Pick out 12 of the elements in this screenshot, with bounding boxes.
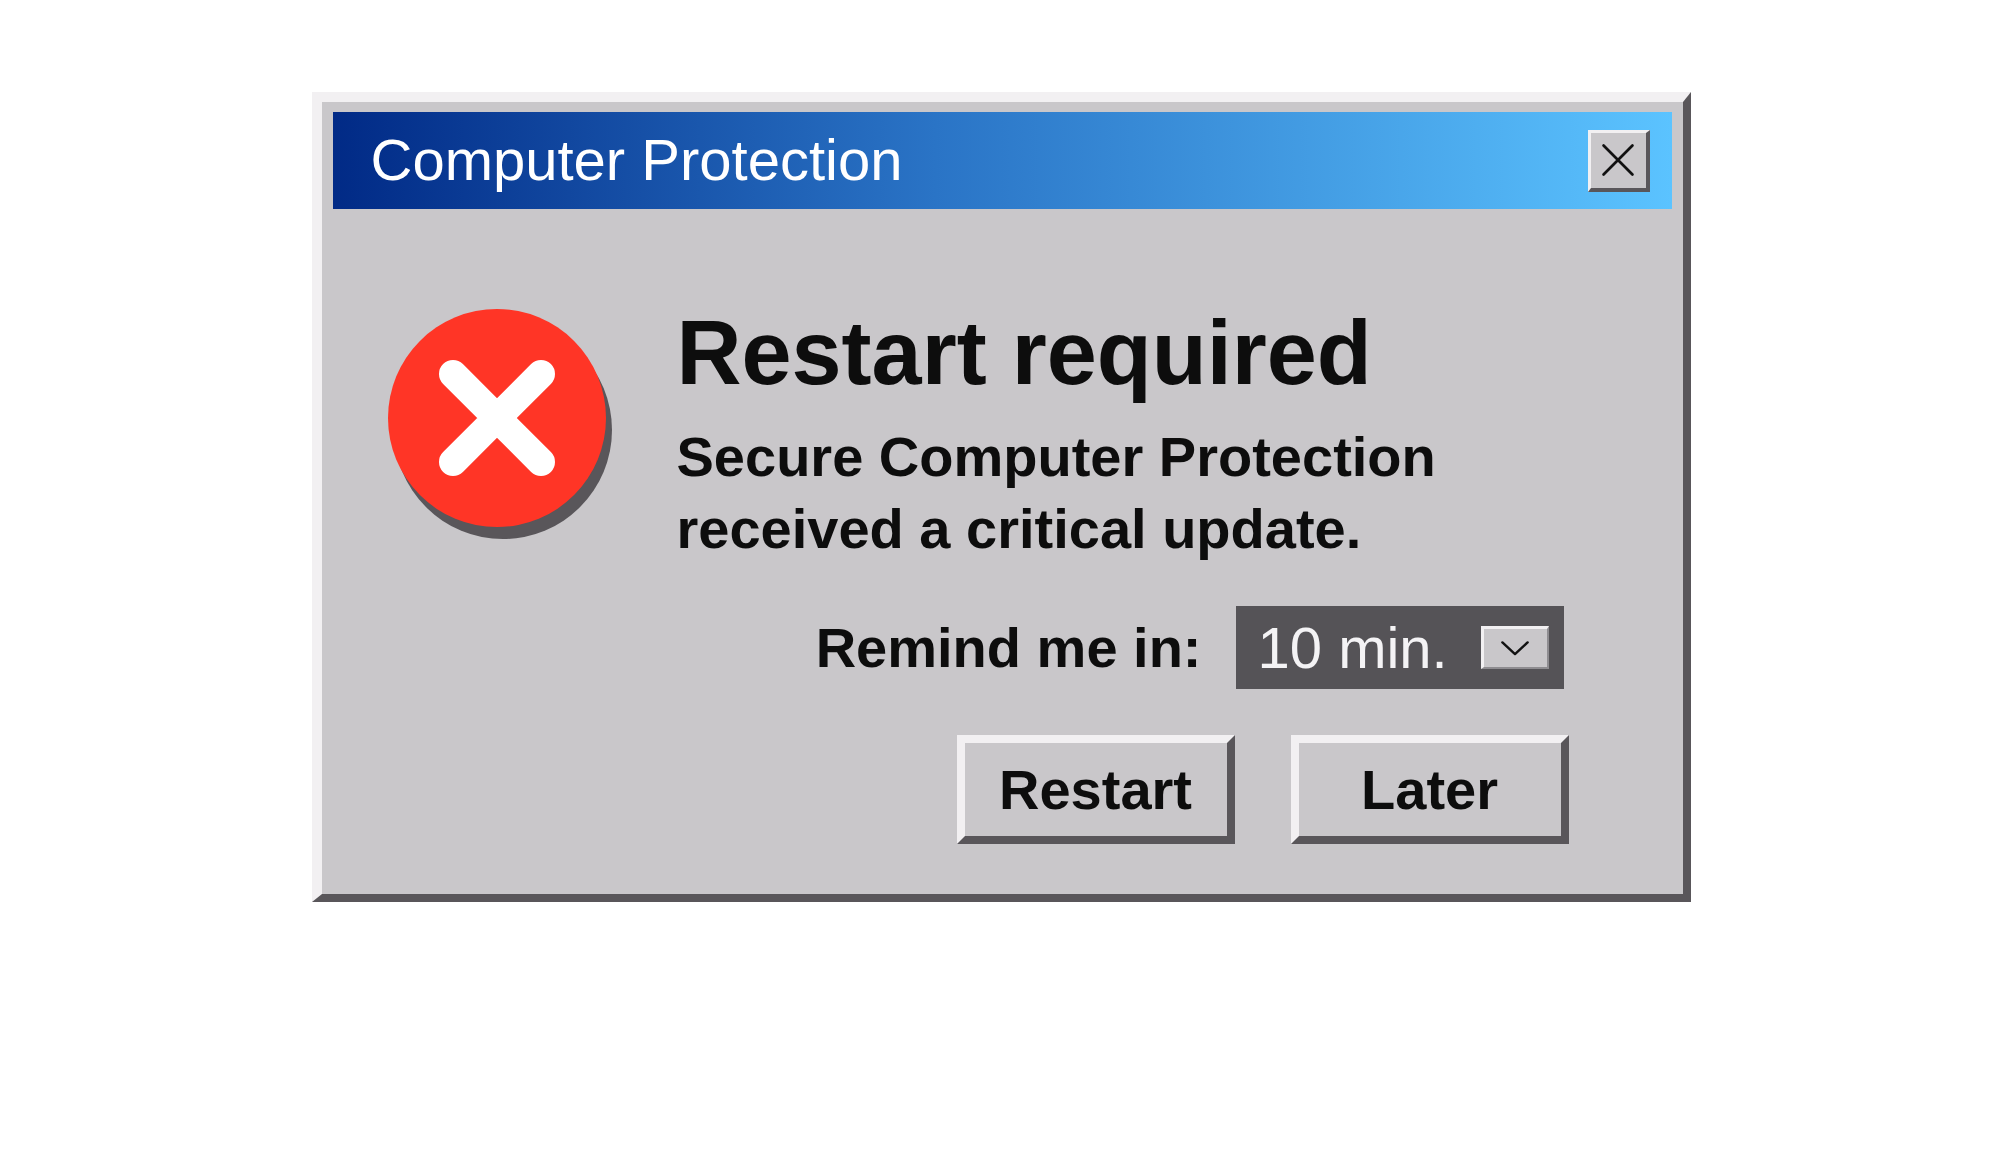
dropdown-arrow-button[interactable] — [1480, 626, 1549, 669]
window-title: Computer Protection — [370, 127, 903, 194]
dialog-button[interactable]: Later — [1290, 735, 1569, 844]
message-text: Secure Computer Protection received a critical update. — [676, 424, 1437, 562]
dropdown-field[interactable]: 10 min. — [1235, 606, 1564, 689]
chevron-down-icon — [1501, 640, 1529, 656]
close-icon — [1601, 143, 1635, 177]
dialog-button[interactable]: Restart — [956, 735, 1235, 844]
close-button[interactable] — [1587, 129, 1650, 192]
message-heading: Restart required — [676, 302, 1372, 405]
error-icon — [387, 309, 613, 540]
remind-label: Remind me in: — [815, 615, 1202, 680]
